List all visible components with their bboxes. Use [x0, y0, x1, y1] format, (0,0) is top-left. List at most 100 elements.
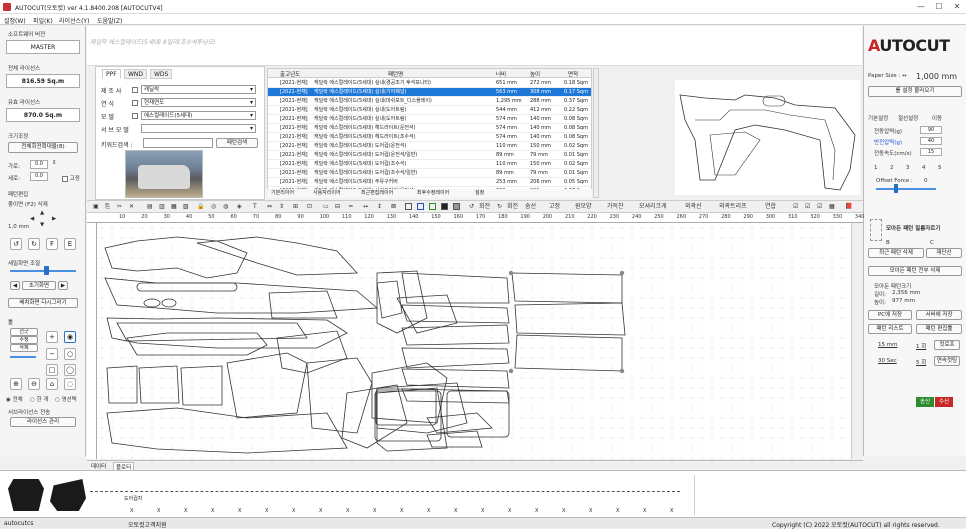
- fill-black-icon[interactable]: [441, 202, 448, 212]
- pointer-icon[interactable]: ◉: [64, 331, 76, 343]
- cut-pressure-input[interactable]: 90: [920, 126, 942, 134]
- frame-green-icon[interactable]: [429, 202, 436, 212]
- menu-settings[interactable]: 설정(W): [4, 16, 26, 25]
- layer-tab-final[interactable]: 최후수정레이어: [417, 189, 449, 198]
- margin-mm-value[interactable]: 15 mm: [878, 342, 897, 348]
- preset-1[interactable]: 1: [874, 165, 878, 171]
- rotate-cw-icon[interactable]: ↻: [497, 202, 502, 212]
- arrow-left-icon[interactable]: ◀: [30, 216, 34, 222]
- text-icon[interactable]: T: [253, 202, 257, 212]
- relocate-button[interactable]: 재단선: [926, 248, 962, 258]
- receive-indicator[interactable]: 수신: [935, 397, 953, 407]
- grid-scrollbar[interactable]: [593, 68, 599, 198]
- frame-black-icon[interactable]: [405, 202, 412, 212]
- arrow-right-icon[interactable]: ▶: [52, 216, 56, 222]
- fill-gray-icon[interactable]: [453, 202, 460, 212]
- ellipse-icon[interactable]: ◯: [64, 364, 76, 376]
- mirror-v-icon[interactable]: ⇕: [279, 202, 284, 212]
- fullframe-icon[interactable]: ⊟: [335, 202, 340, 212]
- select-icon[interactable]: ▣: [93, 202, 99, 212]
- menu-file[interactable]: 파일(K): [33, 16, 53, 25]
- manufacturer-checkbox[interactable]: [132, 86, 138, 93]
- close-button[interactable]: ✕: [948, 2, 966, 12]
- rotate-right-icon[interactable]: ↻: [28, 238, 40, 250]
- layer-tab-basic[interactable]: 기본리이어: [271, 189, 294, 198]
- trace-icon[interactable]: ◈: [237, 202, 242, 212]
- rotate-cw-label[interactable]: 회전: [507, 202, 518, 212]
- flip-vertical-icon[interactable]: E: [64, 238, 76, 250]
- tab-ppf[interactable]: PPF: [102, 69, 121, 79]
- zoom-slider-thumb[interactable]: [44, 266, 49, 275]
- pattern-pieces[interactable]: [97, 223, 863, 459]
- tool-mode-draw[interactable]: 선긋: [10, 328, 38, 336]
- rotate-ccw-label[interactable]: 회전: [479, 202, 490, 212]
- frame-icon[interactable]: ▭: [323, 202, 329, 212]
- corner-enlarge-label[interactable]: 모셔리크게: [639, 202, 667, 212]
- fit-icon[interactable]: ⊞: [293, 202, 298, 212]
- keyword-input[interactable]: [143, 138, 213, 148]
- fix-label[interactable]: 고정: [549, 202, 560, 212]
- continuous-cut-button[interactable]: 연속컷팅: [934, 356, 960, 366]
- size-mode-select[interactable]: 전체회전확대율(8): [8, 142, 78, 153]
- menu-license[interactable]: 라이선스(Y): [59, 16, 89, 25]
- width-spin-icon[interactable]: ⇕: [52, 160, 57, 166]
- shape-icon[interactable]: ⌂: [46, 378, 58, 390]
- h-line-icon[interactable]: ━: [349, 202, 353, 212]
- maximize-button[interactable]: ☐: [930, 2, 948, 12]
- minimize-button[interactable]: —: [912, 2, 930, 12]
- radio-region[interactable]: ○ 영선택: [55, 395, 77, 403]
- height-input[interactable]: 0.0: [30, 172, 48, 181]
- offset-slider[interactable]: [876, 188, 936, 190]
- round-label[interactable]: 원모양: [575, 202, 592, 212]
- check-green-icon[interactable]: ☑: [793, 202, 798, 212]
- zoom-out-icon[interactable]: ⊖: [28, 378, 40, 390]
- tab-wds[interactable]: WDS: [150, 69, 173, 79]
- model-select[interactable]: 에스컬레이드(5세대): [141, 111, 256, 120]
- zoom-slider[interactable]: [10, 270, 76, 272]
- zoom-in-button[interactable]: ▶: [58, 281, 68, 290]
- table-row[interactable]: [2021-현재] 캐딜락 에스컬레이드(5세대) 실내(기어패널) 563 mm 3…: [268, 88, 591, 97]
- arrow-up-icon[interactable]: ▲: [40, 210, 44, 216]
- check-blue-icon[interactable]: ☑: [805, 202, 810, 212]
- box-icon[interactable]: ⊠: [391, 202, 396, 212]
- distribute-icon[interactable]: ▥: [159, 202, 165, 212]
- zoom-out-button[interactable]: ◀: [10, 281, 20, 290]
- rect-icon[interactable]: □: [46, 364, 58, 376]
- interval-seconds-value[interactable]: 30 Sec: [878, 358, 897, 364]
- table-row[interactable]: [2021-현재] 캐딜락 에스컬레이드(5세대) 실내(도어트림) 544 mm 4…: [268, 106, 591, 115]
- save-server-button[interactable]: 서버에 저장: [916, 310, 962, 320]
- fill-full-label[interactable]: 가득찬: [607, 202, 624, 212]
- table-row[interactable]: [2021-현재] 캐딜락 에스컬레이드(5세대) 실내(마쉬포트_디스플레이) 1…: [268, 97, 591, 106]
- zoom-in-icon[interactable]: ⊕: [10, 378, 22, 390]
- reset-view-button[interactable]: 초기화면: [22, 281, 56, 290]
- manufacturer-select[interactable]: 캐딜락: [141, 85, 256, 94]
- pattern-edit-tool-button[interactable]: 패턴 편집툴: [916, 324, 962, 334]
- preset-4[interactable]: 4: [922, 165, 926, 171]
- fixed-checkbox[interactable]: 고정: [62, 174, 80, 182]
- year-select[interactable]: 현재연도: [141, 98, 256, 107]
- tool-mode-delete[interactable]: 삭제: [10, 344, 38, 352]
- pattern-list-button[interactable]: 패턴 리스트: [868, 324, 912, 334]
- table-row[interactable]: [2021-현재] 캐딜락 에스컬레이드(5세대) 도어컵(조수석) 110 mm 1…: [268, 160, 591, 169]
- outline-trip-label[interactable]: 외곽트리프: [719, 202, 747, 212]
- tab-cut-settings[interactable]: 절선설정: [898, 114, 918, 122]
- frame-blue-icon[interactable]: [417, 202, 424, 212]
- check-gray-icon[interactable]: ☑: [817, 202, 822, 212]
- outline-label[interactable]: 외곽선: [685, 202, 702, 212]
- weld-icon[interactable]: ◍: [223, 202, 228, 212]
- lasso-icon[interactable]: ◌: [64, 378, 76, 390]
- flip-horizontal-icon[interactable]: F: [46, 238, 58, 250]
- send-indicator[interactable]: 송신: [916, 397, 934, 407]
- tool-slider[interactable]: [10, 356, 36, 358]
- node-icon[interactable]: ◎: [211, 202, 216, 212]
- reverse-pressure-input[interactable]: 40: [920, 137, 942, 145]
- save-pc-button[interactable]: PC에 저장: [868, 310, 912, 320]
- delete-icon[interactable]: ✕: [129, 202, 134, 212]
- plus-icon[interactable]: +: [46, 331, 58, 343]
- v-arrow-icon[interactable]: ↕: [377, 202, 382, 212]
- canvas-scrollbar[interactable]: [851, 223, 863, 459]
- tab-basic-settings[interactable]: 기본설정: [868, 114, 888, 122]
- model-checkbox[interactable]: [132, 112, 138, 119]
- layer-tab-user[interactable]: 사용자리이어: [313, 189, 341, 198]
- repeat-count-value[interactable]: 1 회: [916, 342, 926, 350]
